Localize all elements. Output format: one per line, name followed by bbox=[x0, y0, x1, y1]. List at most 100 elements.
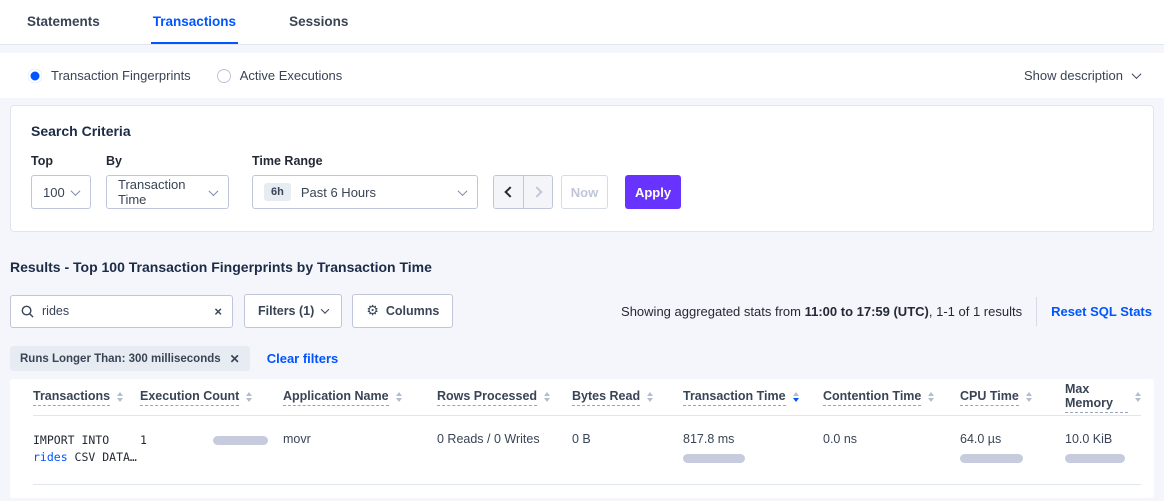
cell-execution-count: 1 bbox=[140, 432, 283, 466]
cpu-time-bar bbox=[960, 454, 1023, 463]
sort-icon[interactable] bbox=[1026, 392, 1032, 402]
cell-max-memory: 10.0 KiB bbox=[1065, 432, 1141, 466]
radio-selected-icon[interactable] bbox=[28, 69, 42, 83]
column-header-label[interactable]: Execution Count bbox=[140, 389, 239, 406]
sort-icon[interactable] bbox=[928, 392, 934, 402]
aggregated-stats-text: Showing aggregated stats from 11:00 to 1… bbox=[621, 304, 1022, 319]
radio-label: Active Executions bbox=[240, 68, 343, 83]
column-header-bytes-read[interactable]: Bytes Read bbox=[572, 389, 683, 406]
filter-chip: Runs Longer Than: 300 milliseconds ✕ bbox=[10, 346, 250, 371]
search-criteria-panel: Search Criteria Top 100 By Transaction T… bbox=[10, 105, 1154, 232]
sort-icon[interactable] bbox=[246, 392, 252, 402]
gear-icon: ⚙ bbox=[366, 303, 379, 319]
transaction-link[interactable]: rides bbox=[33, 450, 68, 464]
max-memory-value: 10.0 KiB bbox=[1065, 432, 1141, 446]
remove-filter-icon[interactable]: ✕ bbox=[230, 353, 240, 365]
cell-transaction-fingerprint[interactable]: IMPORT INTO rides CSV DATA… bbox=[33, 432, 140, 466]
apply-button[interactable]: Apply bbox=[625, 175, 681, 209]
radio-label: Transaction Fingerprints bbox=[51, 68, 191, 83]
next-time-range-button[interactable] bbox=[523, 176, 552, 208]
column-header-max-memory[interactable]: Max Memory bbox=[1065, 382, 1141, 413]
cpu-time-value: 64.0 µs bbox=[960, 432, 1065, 446]
stats-prefix: Showing aggregated stats from bbox=[621, 304, 805, 319]
column-header-label[interactable]: Max Memory bbox=[1065, 382, 1128, 413]
stats-time-range: 11:00 to 17:59 (UTC) bbox=[805, 304, 929, 319]
cell-application-name: movr bbox=[283, 432, 437, 466]
tab-sessions[interactable]: Sessions bbox=[287, 0, 350, 44]
page-tabs: Statements Transactions Sessions bbox=[0, 0, 1164, 45]
application-name-value: movr bbox=[283, 432, 311, 446]
column-header-rows-processed[interactable]: Rows Processed bbox=[437, 389, 572, 406]
top-select[interactable]: 100 bbox=[31, 175, 91, 209]
time-range-label: Time Range bbox=[252, 154, 493, 168]
columns-button[interactable]: ⚙ Columns bbox=[352, 294, 453, 328]
top-select-value: 100 bbox=[43, 185, 65, 200]
column-header-label[interactable]: Application Name bbox=[283, 389, 389, 406]
tab-statements[interactable]: Statements bbox=[25, 0, 102, 44]
column-header-label[interactable]: Bytes Read bbox=[572, 389, 640, 406]
sort-icon[interactable] bbox=[647, 392, 653, 402]
filters-button[interactable]: Filters (1) bbox=[244, 294, 342, 328]
stats-suffix: , 1-1 of 1 results bbox=[929, 304, 1022, 319]
sort-icon[interactable] bbox=[396, 392, 402, 402]
chevron-right-icon bbox=[531, 186, 542, 197]
table-footer-spacer bbox=[33, 485, 1141, 498]
sql-line-2: rides CSV DATA… bbox=[33, 449, 140, 466]
column-header-transaction-time[interactable]: Transaction Time bbox=[683, 389, 823, 406]
column-header-execution-count[interactable]: Execution Count bbox=[140, 389, 283, 406]
cell-transaction-time: 817.8 ms bbox=[683, 432, 823, 466]
search-input[interactable] bbox=[42, 304, 214, 318]
column-header-label[interactable]: Transactions bbox=[33, 389, 110, 406]
column-header-cpu-time[interactable]: CPU Time bbox=[960, 389, 1065, 406]
transaction-time-bar bbox=[683, 454, 745, 463]
results-controls: × Filters (1) ⚙ Columns Showing aggregat… bbox=[10, 294, 1154, 328]
sql-rest: CSV DATA… bbox=[68, 450, 137, 464]
time-range-badge: 6h bbox=[264, 183, 291, 201]
sort-icon-active-desc[interactable] bbox=[793, 392, 799, 402]
filter-chip-label: Runs Longer Than: 300 milliseconds bbox=[20, 353, 221, 365]
table-row[interactable]: IMPORT INTO rides CSV DATA… 1 movr 0 Rea… bbox=[33, 416, 1141, 485]
contention-time-value: 0.0 ns bbox=[823, 432, 857, 446]
filters-button-label: Filters (1) bbox=[258, 304, 314, 318]
column-header-contention-time[interactable]: Contention Time bbox=[823, 389, 960, 406]
column-header-label[interactable]: Contention Time bbox=[823, 389, 921, 406]
cell-contention-time: 0.0 ns bbox=[823, 432, 960, 466]
by-select[interactable]: Transaction Time bbox=[106, 175, 229, 209]
max-memory-bar bbox=[1065, 454, 1125, 463]
columns-button-label: Columns bbox=[386, 304, 439, 318]
time-range-arrows bbox=[493, 175, 553, 209]
column-header-transactions[interactable]: Transactions bbox=[33, 389, 140, 406]
sort-icon[interactable] bbox=[117, 392, 123, 402]
radio-active-executions[interactable]: Active Executions bbox=[217, 68, 343, 83]
show-description-toggle[interactable]: Show description bbox=[1024, 68, 1140, 83]
search-box[interactable]: × bbox=[10, 295, 233, 328]
previous-time-range-button[interactable] bbox=[494, 176, 523, 208]
cell-rows-processed: 0 Reads / 0 Writes bbox=[437, 432, 572, 466]
by-label: By bbox=[106, 154, 252, 168]
chevron-left-icon bbox=[504, 186, 515, 197]
chevron-down-icon bbox=[1132, 69, 1142, 79]
clear-search-icon[interactable]: × bbox=[214, 305, 222, 318]
execution-count-value: 1 bbox=[140, 432, 147, 449]
tab-transactions[interactable]: Transactions bbox=[151, 0, 238, 44]
radio-unselected-icon[interactable] bbox=[217, 69, 231, 83]
transactions-table: Transactions Execution Count Application… bbox=[10, 379, 1154, 498]
column-header-label[interactable]: CPU Time bbox=[960, 389, 1019, 406]
time-range-select[interactable]: 6h Past 6 Hours bbox=[252, 175, 478, 209]
top-label: Top bbox=[31, 154, 106, 168]
column-header-label[interactable]: Rows Processed bbox=[437, 389, 537, 406]
sort-icon[interactable] bbox=[544, 392, 550, 402]
radio-transaction-fingerprints[interactable]: Transaction Fingerprints bbox=[28, 68, 191, 83]
cell-cpu-time: 64.0 µs bbox=[960, 432, 1065, 466]
column-header-application-name[interactable]: Application Name bbox=[283, 389, 437, 406]
reset-sql-stats-link[interactable]: Reset SQL Stats bbox=[1051, 304, 1154, 319]
clear-filters-link[interactable]: Clear filters bbox=[267, 351, 339, 366]
now-button[interactable]: Now bbox=[561, 175, 608, 209]
execution-count-bar bbox=[213, 436, 268, 445]
search-criteria-title: Search Criteria bbox=[31, 123, 1133, 139]
active-filters-row: Runs Longer Than: 300 milliseconds ✕ Cle… bbox=[10, 346, 1154, 371]
rows-processed-value: 0 Reads / 0 Writes bbox=[437, 432, 540, 446]
column-header-label[interactable]: Transaction Time bbox=[683, 389, 786, 406]
sort-icon[interactable] bbox=[1135, 392, 1141, 402]
divider bbox=[1036, 297, 1037, 326]
